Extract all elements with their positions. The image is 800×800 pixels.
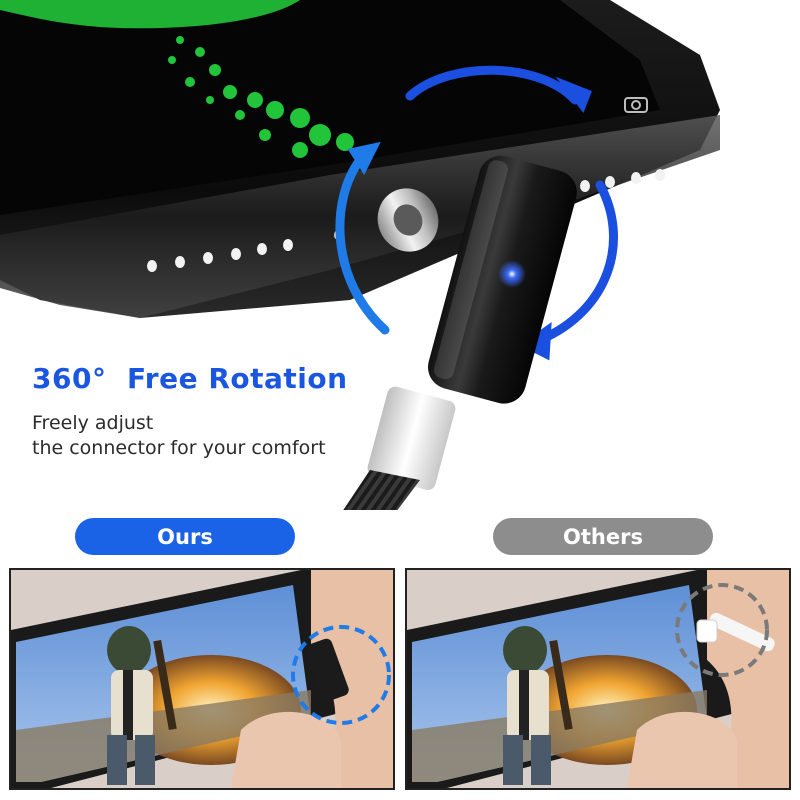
ours-label: Ours bbox=[75, 518, 295, 555]
others-photo bbox=[405, 568, 791, 790]
others-label: Others bbox=[493, 518, 713, 555]
led-indicator-icon bbox=[498, 260, 526, 288]
ours-photo bbox=[9, 568, 395, 790]
feature-description: Freely adjust the connector for your com… bbox=[32, 411, 326, 461]
feature-headline: 360° Free Rotation bbox=[32, 362, 348, 395]
feature-description-line-1: Freely adjust bbox=[32, 412, 154, 434]
feature-description-line-2: the connector for your comfort bbox=[32, 437, 326, 459]
